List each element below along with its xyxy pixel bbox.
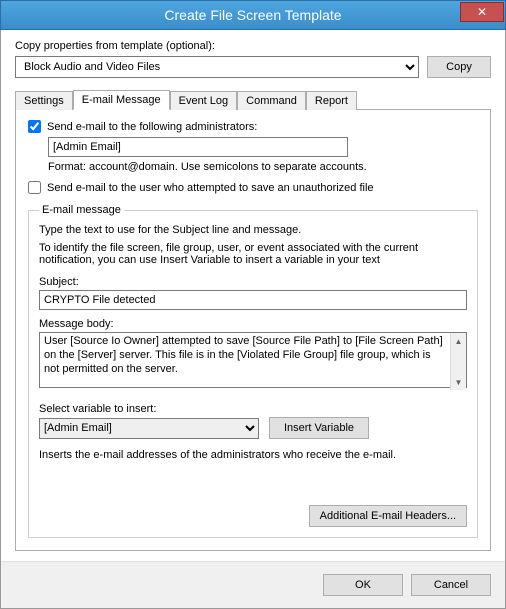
body-wrap: ▲ ▼	[39, 332, 467, 391]
additional-headers-button[interactable]: Additional E-mail Headers...	[309, 505, 467, 527]
dialog-footer: OK Cancel	[1, 561, 505, 608]
send-admins-row[interactable]: Send e-mail to the following administrat…	[28, 120, 478, 133]
subject-input[interactable]	[39, 290, 467, 310]
pane-footer: Additional E-mail Headers...	[39, 495, 467, 527]
tab-report[interactable]: Report	[306, 91, 357, 110]
copy-template-select[interactable]: Block Audio and Video Files	[15, 56, 419, 78]
send-user-row[interactable]: Send e-mail to the user who attempted to…	[28, 181, 478, 194]
tab-eventlog[interactable]: Event Log	[170, 91, 238, 110]
send-user-checkbox[interactable]	[28, 181, 41, 194]
body-textarea[interactable]	[39, 332, 467, 388]
send-admins-label: Send e-mail to the following administrat…	[47, 121, 257, 133]
send-user-label: Send e-mail to the user who attempted to…	[47, 182, 374, 194]
tab-bar: Settings E-mail Message Event Log Comman…	[15, 88, 491, 110]
copy-button[interactable]: Copy	[427, 56, 491, 78]
tab-pane-email: Send e-mail to the following administrat…	[15, 110, 491, 551]
variable-select[interactable]: [Admin Email]	[39, 418, 259, 439]
window-title: Create File Screen Template	[1, 7, 505, 23]
subject-label: Subject:	[39, 276, 467, 288]
tab-email[interactable]: E-mail Message	[73, 90, 170, 110]
desc-text: To identify the file screen, file group,…	[39, 242, 467, 266]
copy-template-label: Copy properties from template (optional)…	[15, 40, 491, 52]
intro-text: Type the text to use for the Subject lin…	[39, 224, 467, 236]
title-bar: Create File Screen Template ✕	[0, 0, 506, 30]
variable-label: Select variable to insert:	[39, 403, 467, 415]
admins-to-input[interactable]	[48, 137, 348, 157]
cancel-button[interactable]: Cancel	[411, 574, 491, 596]
email-message-group: E-mail message Type the text to use for …	[28, 204, 478, 538]
insert-variable-button[interactable]: Insert Variable	[269, 417, 369, 439]
dialog-client: Copy properties from template (optional)…	[0, 30, 506, 609]
tab-command[interactable]: Command	[237, 91, 306, 110]
close-button[interactable]: ✕	[460, 2, 504, 22]
ok-button[interactable]: OK	[323, 574, 403, 596]
body-label: Message body:	[39, 318, 467, 330]
variable-row: [Admin Email] Insert Variable	[39, 417, 467, 439]
tab-settings[interactable]: Settings	[15, 91, 73, 110]
email-message-legend: E-mail message	[39, 204, 124, 216]
copy-template-row: Block Audio and Video Files Copy	[15, 56, 491, 78]
body-scrollbar[interactable]: ▲ ▼	[450, 333, 466, 390]
variable-description: Inserts the e-mail addresses of the admi…	[39, 449, 467, 461]
scroll-down-icon[interactable]: ▼	[451, 374, 466, 390]
format-help: Format: account@domain. Use semicolons t…	[48, 161, 478, 173]
send-admins-checkbox[interactable]	[28, 120, 41, 133]
close-icon: ✕	[477, 6, 487, 18]
scroll-up-icon[interactable]: ▲	[451, 333, 466, 349]
